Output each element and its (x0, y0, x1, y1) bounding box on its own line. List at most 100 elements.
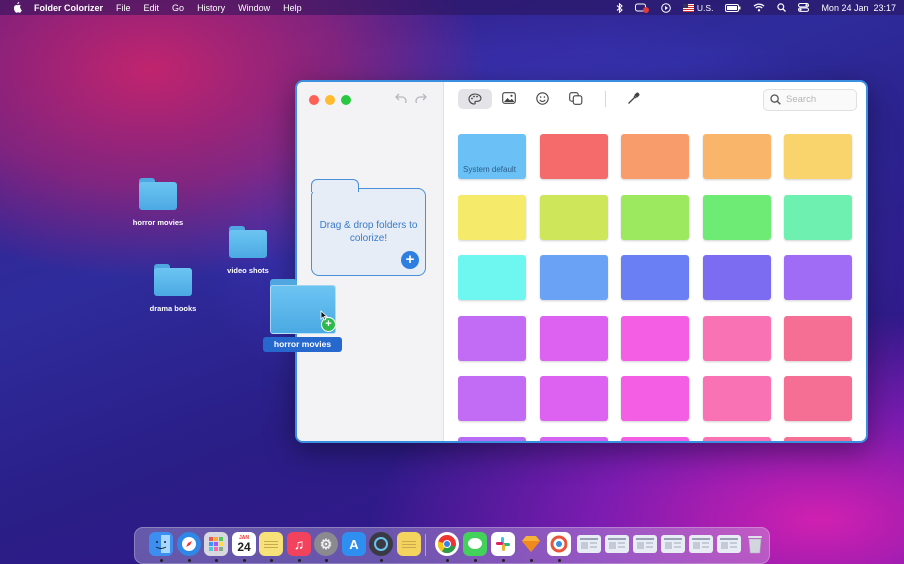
clock[interactable]: Mon 24 Jan 23:17 (821, 3, 896, 13)
control-center-icon[interactable] (798, 3, 810, 12)
emoji-icon[interactable] (536, 92, 549, 105)
mouse-cursor-icon (320, 310, 328, 321)
color-swatch[interactable] (784, 376, 852, 421)
color-swatch[interactable] (702, 376, 771, 421)
desktop-folder-horror-movies[interactable]: horror movies (128, 178, 188, 227)
recent-window-6[interactable] (717, 535, 741, 553)
color-swatch[interactable] (702, 194, 771, 240)
color-swatch[interactable] (621, 255, 689, 300)
menu-bar: Folder Colorizer File Edit Go History Wi… (0, 0, 904, 15)
color-swatch[interactable]: System default (458, 134, 526, 179)
running-indicator (558, 559, 561, 562)
shapes-icon[interactable] (569, 92, 583, 105)
menu-edit[interactable]: Edit (144, 3, 160, 13)
color-swatch[interactable] (621, 194, 689, 240)
color-swatch[interactable] (458, 255, 526, 300)
color-swatch[interactable] (621, 376, 689, 421)
color-swatch[interactable] (539, 255, 608, 300)
menu-file[interactable]: File (116, 3, 131, 13)
folder-colorizer-window: Drag & drop folders to colorize! + Searc… (295, 80, 868, 443)
color-swatch[interactable] (539, 376, 608, 421)
slack-icon[interactable] (491, 532, 515, 556)
zoom-button[interactable] (341, 95, 351, 105)
quicktime-icon[interactable] (369, 532, 393, 556)
finder-icon[interactable] (149, 532, 173, 556)
color-swatch[interactable] (784, 255, 852, 300)
color-swatch[interactable] (458, 194, 526, 240)
app-store-icon[interactable]: A (342, 532, 366, 556)
color-swatch[interactable] (784, 194, 852, 240)
messages-icon[interactable] (463, 532, 487, 556)
search-icon (770, 94, 781, 105)
add-folder-plus-icon[interactable]: + (401, 251, 419, 269)
color-swatch[interactable] (621, 315, 689, 361)
recent-window-1[interactable] (577, 535, 601, 553)
stickies-icon[interactable] (397, 532, 421, 556)
running-indicator (188, 559, 191, 562)
minimize-button[interactable] (325, 95, 335, 105)
color-swatch[interactable] (458, 315, 526, 361)
desktop-folder-drama-books[interactable]: drama books (143, 264, 203, 313)
running-indicator (270, 559, 273, 562)
eyedropper-icon[interactable] (627, 92, 640, 105)
color-swatch[interactable] (702, 315, 771, 361)
input-source[interactable]: U.S. (682, 3, 713, 13)
color-swatch[interactable] (458, 376, 526, 421)
recent-window-2[interactable] (605, 535, 629, 553)
chrome-icon[interactable] (435, 532, 459, 556)
color-swatch[interactable] (621, 436, 689, 441)
recent-window-3[interactable] (633, 535, 657, 553)
undo-icon[interactable] (395, 93, 407, 103)
menu-app-name[interactable]: Folder Colorizer (34, 3, 103, 13)
apple-icon[interactable] (12, 2, 22, 13)
bluetooth-icon[interactable] (616, 2, 623, 13)
dock-separator (567, 534, 568, 556)
palette-tab[interactable] (458, 89, 492, 109)
color-swatch[interactable] (702, 134, 771, 179)
screen-record-icon[interactable] (634, 3, 649, 13)
spotlight-search-icon[interactable] (777, 3, 787, 12)
close-button[interactable] (309, 95, 319, 105)
battery-icon[interactable] (725, 3, 741, 12)
running-indicator (160, 559, 163, 562)
notes-icon[interactable] (259, 532, 283, 556)
color-swatch[interactable] (458, 436, 526, 441)
search-field[interactable]: Search (763, 89, 857, 111)
color-swatch[interactable] (784, 134, 852, 179)
color-swatch-grid: System default (458, 134, 858, 441)
play-icon[interactable] (661, 2, 671, 13)
palette-icon (468, 93, 482, 105)
color-swatch[interactable] (539, 436, 608, 441)
color-swatch[interactable] (621, 134, 689, 179)
color-swatch[interactable] (539, 134, 608, 179)
color-swatch[interactable] (702, 436, 771, 441)
folder-icon (229, 226, 267, 258)
drop-zone[interactable]: Drag & drop folders to colorize! + (310, 179, 426, 276)
color-swatch[interactable] (702, 255, 771, 300)
desktop-folder-video-shots[interactable]: video shots (218, 226, 278, 275)
system-preferences-icon[interactable]: ⚙ (314, 532, 338, 556)
recent-window-4[interactable] (661, 535, 685, 553)
menu-window[interactable]: Window (238, 3, 270, 13)
music-icon[interactable]: ♫ (287, 532, 311, 556)
desktop-folder-label: video shots (227, 266, 269, 275)
menu-go[interactable]: Go (172, 3, 184, 13)
dock-separator (425, 534, 426, 556)
safari-icon[interactable] (177, 532, 201, 556)
menu-history[interactable]: History (197, 3, 225, 13)
image-icon[interactable] (502, 92, 516, 104)
running-indicator (325, 559, 328, 562)
color-swatch[interactable] (784, 315, 852, 361)
recent-window-5[interactable] (689, 535, 713, 553)
color-swatch[interactable] (784, 436, 852, 441)
color-swatch[interactable] (539, 315, 608, 361)
dragged-folder[interactable]: + (270, 279, 336, 334)
calendar-icon[interactable]: JAN 24 (232, 532, 256, 556)
launchpad-icon[interactable] (204, 532, 228, 556)
redo-icon[interactable] (415, 93, 427, 103)
trash-icon[interactable] (743, 532, 767, 556)
sketch-icon[interactable] (519, 532, 543, 556)
color-swatch[interactable] (539, 194, 608, 240)
wifi-icon[interactable] (753, 3, 765, 12)
menu-help[interactable]: Help (283, 3, 302, 13)
